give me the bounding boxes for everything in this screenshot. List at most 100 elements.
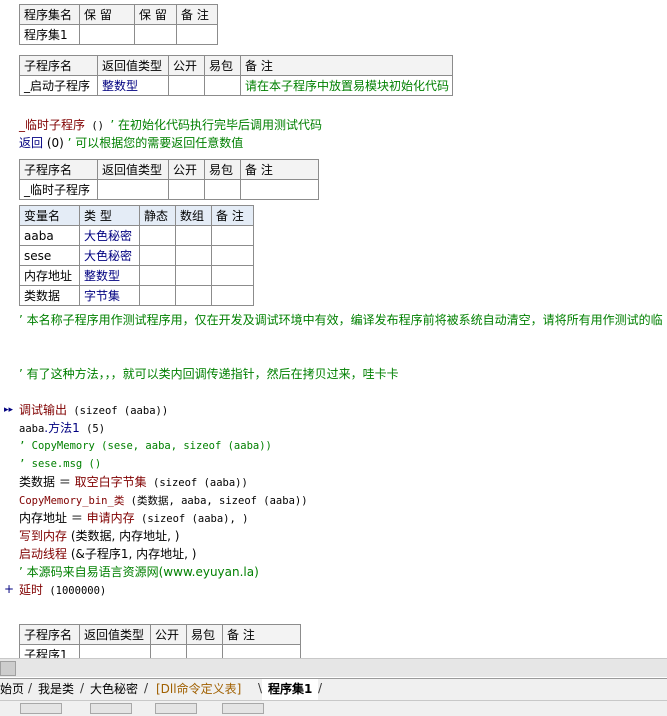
return-type-cell[interactable]: 整数型 [97,75,169,96]
col-remark: 备 注 [176,4,218,25]
assembly-table: 程序集名 保 留 保 留 备 注 程序集1 [19,4,218,45]
return-type-cell[interactable] [97,179,169,200]
code-comment-line[interactable]: ’ 有了这种方法，，，就可以类内回调传递指针，然后在拷贝过来，哇卡卡 [19,365,399,383]
bottom-panel-strip [0,700,667,716]
table-row[interactable]: 内存地址 整数型 [19,265,254,286]
array-cell[interactable] [175,285,212,306]
code-line[interactable]: 调试输出 (sizeof (aaba)) [19,401,168,420]
col-reserved-1: 保 留 [79,4,135,25]
col-package: 易包 [186,624,223,645]
strip-item[interactable] [155,703,197,714]
remark-cell[interactable] [240,179,319,200]
code-line[interactable]: CopyMemory_bin_类 (类数据, aaba, sizeof (aab… [19,491,308,510]
col-package: 易包 [204,159,241,180]
col-sub-name: 子程序名 [19,624,80,645]
assembly-name-cell[interactable]: 程序集1 [19,24,80,45]
col-return-type: 返回值类型 [97,159,169,180]
col-var-name: 变量名 [19,205,80,226]
col-static: 静态 [139,205,176,226]
temp-sub-table: 子程序名 返回值类型 公开 易包 备 注 _临时子程序 [19,159,319,200]
col-return-type: 返回值类型 [97,55,169,76]
code-comment-line[interactable]: ’ CopyMemory (sese, aaba, sizeof (aaba)) [19,437,272,455]
horizontal-scrollbar[interactable] [0,658,667,677]
table-row[interactable]: aaba 大色秘密 [19,225,254,246]
var-type-cell[interactable]: 整数型 [79,265,140,286]
var-type-cell[interactable]: 字节集 [79,285,140,306]
sub-name-cell[interactable]: _临时子程序 [19,179,98,200]
static-cell[interactable] [139,225,176,246]
remark-cell[interactable] [211,225,254,246]
temp-sub-name: _临时子程序 [19,118,86,132]
plus-marker-icon: + [4,582,15,596]
public-cell[interactable] [168,179,205,200]
scrollbar-thumb[interactable] [0,661,16,676]
col-public: 公开 [168,159,205,180]
col-remark: 备 注 [222,624,301,645]
public-cell[interactable] [168,75,205,96]
var-name-cell[interactable]: 内存地址 [19,265,80,286]
var-type-cell[interactable]: 大色秘密 [79,245,140,266]
remark-cell[interactable]: 请在本子程序中放置易模块初始化代码 [240,75,453,96]
array-cell[interactable] [175,245,212,266]
code-line[interactable]: 内存地址 ＝ 申请内存 (sizeof (aaba), ) [19,509,248,528]
remark-cell[interactable] [211,245,254,266]
remark-cell[interactable] [176,24,218,45]
code-comment-line[interactable]: ’ 本源码来自易语言资源网(www.eyuyan.la) [19,563,259,581]
col-assembly-name: 程序集名 [19,4,80,25]
current-line-marker-icon: ▸▸ [4,405,14,415]
code-comment-line[interactable]: ’ 本名称子程序用作测试程序用，仅在开发及调试环境中有效，编译发布程序前将被系统… [19,311,663,329]
strip-item[interactable] [90,703,132,714]
col-sub-name: 子程序名 [19,159,98,180]
col-return-type: 返回值类型 [79,624,151,645]
col-type: 类 型 [79,205,140,226]
static-cell[interactable] [139,265,176,286]
tab-dll-command-table[interactable]: [Dll命令定义表] [150,679,247,699]
startup-sub-table: 子程序名 返回值类型 公开 易包 备 注 _启动子程序 整数型 请在本子程序中放… [19,55,453,96]
remark-cell[interactable] [211,285,254,306]
tab-big-color-secret[interactable]: 大色秘密 [84,679,144,699]
array-cell[interactable] [175,225,212,246]
return-keyword: 返回 [19,136,44,150]
editor-tab-bar: 始页 / 我是类 / 大色秘密 / [Dll命令定义表] \ 程序集1 / [0,678,667,701]
col-remark: 备 注 [240,55,453,76]
col-package: 易包 [204,55,241,76]
reserved-cell-2[interactable] [134,24,177,45]
code-line[interactable]: 启动线程 (&子程序1, 内存地址, ) [19,545,196,563]
var-name-cell[interactable]: sese [19,245,80,266]
col-remark: 备 注 [240,159,319,180]
table-row[interactable]: sese 大色秘密 [19,245,254,266]
code-line-return[interactable]: 返回 (0) ’ 可以根据您的需要返回任意数值 [19,134,243,152]
tab-assembly-1[interactable]: 程序集1 [262,679,319,701]
var-name-cell[interactable]: 类数据 [19,285,80,306]
package-cell[interactable] [204,75,241,96]
code-line-temp-call[interactable]: _临时子程序 () ’ 在初始化代码执行完毕后调用测试代码 [19,116,322,135]
strip-item[interactable] [222,703,264,714]
sub-name-cell[interactable]: _启动子程序 [19,75,98,96]
col-reserved-2: 保 留 [134,4,177,25]
var-type-cell[interactable]: 大色秘密 [79,225,140,246]
code-comment: ’ 可以根据您的需要返回任意数值 [67,136,244,150]
remark-cell[interactable] [211,265,254,286]
array-cell[interactable] [175,265,212,286]
code-line[interactable]: 写到内存 (类数据, 内存地址, ) [19,527,179,545]
code-line[interactable]: 延时 (1000000) [19,581,106,600]
code-line[interactable]: aaba.方法1 (5) [19,419,105,438]
local-variable-table: 变量名 类 型 静态 数组 备 注 aaba 大色秘密 sese 大色秘密 内存… [19,205,254,306]
col-array: 数组 [175,205,212,226]
static-cell[interactable] [139,245,176,266]
static-cell[interactable] [139,285,176,306]
code-comment-line[interactable]: ’ sese.msg () [19,455,101,473]
tab-start-page[interactable]: 始页 [0,679,30,699]
col-sub-name: 子程序名 [19,55,98,76]
package-cell[interactable] [204,179,241,200]
code-comment: ’ 在初始化代码执行完毕后调用测试代码 [110,118,322,132]
strip-item[interactable] [20,703,62,714]
col-public: 公开 [150,624,187,645]
reserved-cell-1[interactable] [79,24,135,45]
code-line[interactable]: 类数据 ＝ 取空白字节集 (sizeof (aaba)) [19,473,248,492]
table-row[interactable]: 类数据 字节集 [19,285,254,306]
col-remark: 备 注 [211,205,254,226]
tab-class[interactable]: 我是类 [32,679,80,699]
var-name-cell[interactable]: aaba [19,225,80,246]
col-public: 公开 [168,55,205,76]
